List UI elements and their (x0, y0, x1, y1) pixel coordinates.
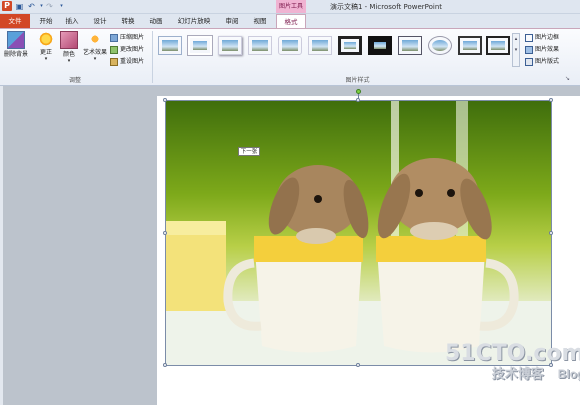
picture-tools-context-label: 图片工具 (276, 0, 306, 13)
remove-background-button[interactable]: 删除背景 (3, 31, 29, 58)
resize-handle-top-left[interactable] (163, 98, 167, 102)
picture-style-12[interactable] (486, 36, 510, 55)
tab-home[interactable]: 开始 (34, 14, 58, 28)
picture-border-button[interactable]: 图片边框 (525, 33, 559, 43)
reset-picture-icon (110, 57, 118, 66)
change-picture-icon (110, 45, 118, 54)
reset-picture-button[interactable]: 重设图片 (110, 57, 144, 67)
picture-style-10[interactable] (428, 36, 452, 55)
resize-handle-left[interactable] (163, 231, 167, 235)
color-dropdown-icon: ▾ (67, 58, 71, 64)
corrections-label: 更正 (39, 49, 52, 56)
group-divider (152, 31, 153, 83)
resize-handle-right[interactable] (549, 231, 553, 235)
color-picture-icon (60, 31, 78, 49)
watermark-domain: 51CTO.com (445, 341, 580, 366)
gallery-more-icon[interactable]: ▾ (513, 45, 519, 56)
sun-icon (38, 31, 54, 47)
change-picture-label: 更改图片 (120, 46, 145, 53)
picture-style-2[interactable] (188, 36, 212, 55)
site-watermark: 51CTO.com 技术博客 Blog (445, 342, 580, 383)
effects-icon (525, 45, 533, 54)
resize-handle-bottom-left[interactable] (163, 363, 167, 367)
picture-style-7[interactable] (338, 36, 362, 55)
compress-pictures-button[interactable]: 压缩图片 (110, 33, 144, 43)
tab-file[interactable]: 文件 (0, 14, 30, 28)
picture-style-1[interactable] (158, 36, 182, 55)
tab-design[interactable]: 设计 (88, 14, 112, 28)
tooltip: 下一张 (238, 147, 260, 156)
picture-style-5[interactable] (278, 36, 302, 55)
tab-format[interactable]: 格式 (276, 14, 306, 28)
powerpoint-app-icon[interactable]: P (2, 1, 12, 11)
artistic-effects-button[interactable]: 艺术效果 ▾ (80, 31, 110, 63)
tab-insert[interactable]: 插入 (60, 14, 84, 28)
picture-effects-label: 图片效果 (535, 46, 560, 53)
layout-icon (525, 57, 533, 66)
artistic-effects-label: 艺术效果 (82, 49, 107, 56)
remove-background-icon (7, 31, 25, 49)
rotate-handle[interactable] (356, 89, 361, 94)
window-title: 演示文稿1 - Microsoft PowerPoint (330, 3, 443, 11)
watermark-subtitle: 技术博客 Blog (445, 366, 580, 383)
picture-layout-label: 图片版式 (535, 58, 560, 65)
picture-style-8[interactable] (368, 36, 392, 55)
tab-animations[interactable]: 动画 (144, 14, 168, 28)
picture-style-3[interactable] (218, 36, 242, 55)
watermark-tech-blog: 技术博客 (491, 367, 544, 382)
artistic-effects-dropdown-icon: ▾ (93, 56, 97, 62)
save-icon[interactable]: ▣ (15, 2, 24, 11)
reset-picture-label: 重设图片 (120, 58, 145, 65)
picture-style-4[interactable] (248, 36, 272, 55)
picture-styles-group-label: 图片样式 (345, 77, 370, 84)
corrections-button[interactable]: 更正 ▾ (35, 31, 57, 63)
corrections-dropdown-icon: ▾ (44, 56, 48, 62)
picture-border-label: 图片边框 (535, 34, 560, 41)
picture-effects-button[interactable]: 图片效果 (525, 45, 559, 55)
picture-style-6[interactable] (308, 36, 332, 55)
resize-handle-top[interactable] (356, 98, 360, 102)
color-label: 颜色 (62, 51, 75, 58)
watermark-blog: Blog (557, 367, 580, 381)
change-picture-button[interactable]: 更改图片 (110, 45, 144, 55)
border-icon (525, 33, 533, 42)
gallery-scroll[interactable]: ▴ ▾ (512, 33, 520, 67)
tab-view[interactable]: 视图 (248, 14, 272, 28)
remove-background-label: 删除背景 (3, 51, 28, 58)
gallery-up-icon[interactable]: ▴ (513, 34, 519, 45)
adjust-group-label: 调整 (68, 77, 81, 84)
picture-selection-frame (165, 100, 552, 366)
tab-transitions[interactable]: 转换 (116, 14, 140, 28)
customize-quick-access-icon[interactable]: ▾ (57, 2, 66, 11)
undo-icon[interactable]: ↶ (27, 2, 36, 11)
tab-review[interactable]: 审阅 (220, 14, 244, 28)
resize-handle-top-right[interactable] (549, 98, 553, 102)
artistic-effects-icon (87, 31, 103, 47)
compress-icon (110, 33, 118, 42)
compress-label: 压缩图片 (120, 34, 145, 41)
slides-pane-edge[interactable] (0, 86, 3, 405)
color-button[interactable]: 颜色 ▾ (58, 31, 80, 65)
tab-slide-show[interactable]: 幻灯片放映 (174, 14, 214, 28)
picture-layout-button[interactable]: 图片版式 (525, 57, 559, 67)
resize-handle-bottom[interactable] (356, 363, 360, 367)
dialog-launcher-icon[interactable]: ↘ (565, 75, 570, 82)
redo-icon[interactable]: ↷ (45, 2, 54, 11)
picture-style-9[interactable] (398, 36, 422, 55)
picture-style-11[interactable] (458, 36, 482, 55)
